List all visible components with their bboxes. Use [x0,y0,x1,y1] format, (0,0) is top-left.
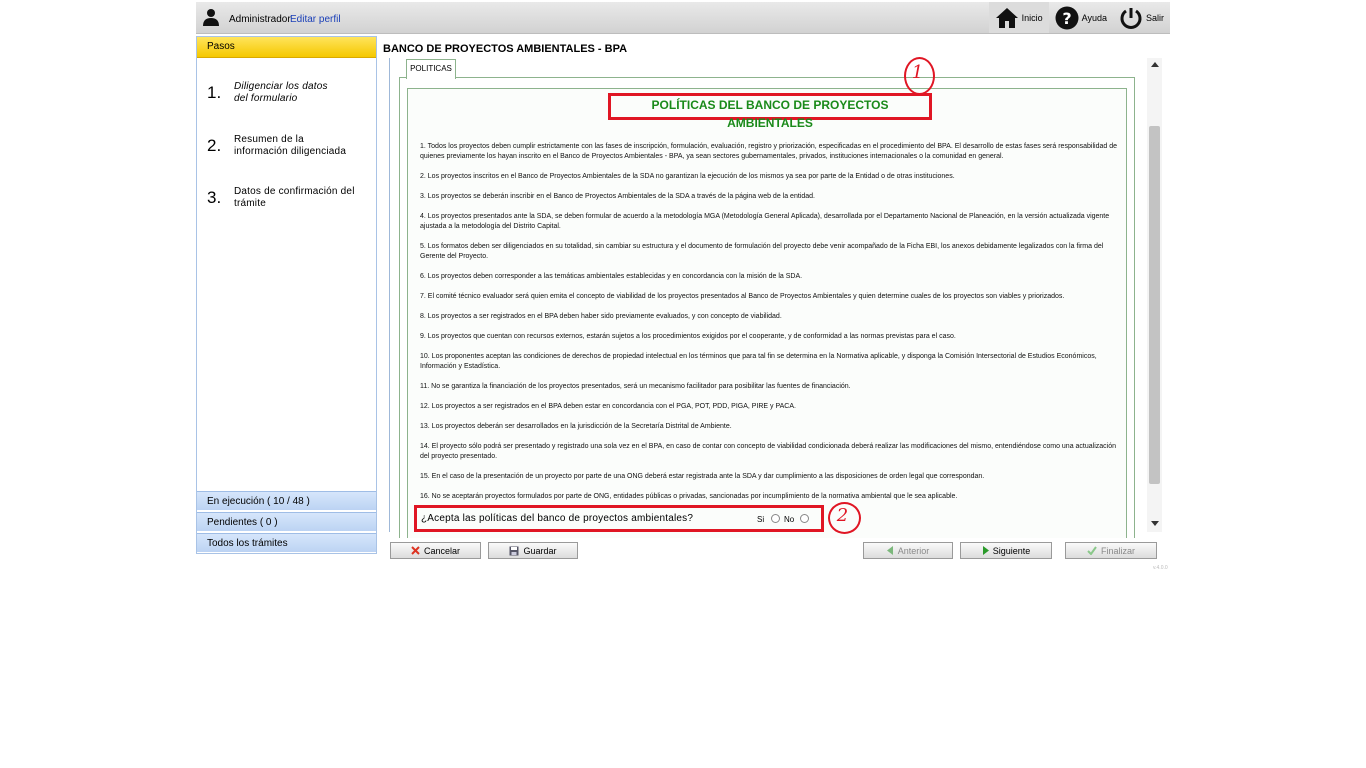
policy-item: 13. Los proyectos deberán ser desarrolla… [420,423,732,430]
next-button[interactable]: Siguiente [960,542,1052,559]
policy-item: 10. Los proponentes aceptan las condicio… [420,353,1097,370]
step-label-line2: del formulario [234,93,298,104]
next-label: Siguiente [992,545,1031,556]
step-label-line1: Datos de confirmación del [234,186,355,197]
logout-button[interactable]: Salir [1113,2,1170,33]
vertical-scrollbar[interactable] [1147,58,1162,532]
annotation-2: 2 [836,505,849,526]
step-label-line2: trámite [234,198,266,209]
no-radio[interactable] [800,514,809,523]
scroll-up-arrow-icon[interactable] [1151,62,1159,67]
question-text: ¿Acepta las políticas del banco de proye… [421,513,694,524]
logout-label: Salir [1145,12,1164,23]
step-label-line2: información diligenciada [234,146,347,157]
steps-header: Pasos [197,37,376,58]
yes-label: Si [757,515,765,524]
user-icon [203,9,219,26]
policy-item: 2. Los proyectos inscritos en el Banco d… [420,173,955,180]
save-button[interactable]: Guardar [488,542,578,559]
top-bar: Administrador Editar perfil Inicio ? Ayu… [196,2,1170,34]
step-number: 2. [207,136,222,155]
all-procedures-filter[interactable]: Todos los trámites [197,533,376,552]
page-title: BANCO DE PROYECTOS AMBIENTALES - BPA [383,43,628,55]
yes-radio[interactable] [771,514,780,523]
version-text: v.4.0.0 [1153,565,1168,571]
policy-item: 6. Los proyectos deben corresponder a la… [420,273,803,280]
policy-item: 7. El comité técnico evaluador será quie… [420,293,1065,300]
policy-item: 15. En el caso de la presentación de un … [420,473,985,480]
policy-item: 8. Los proyectos a ser registrados en el… [420,313,782,320]
step-label-line1: Diligenciar los datos [234,81,328,92]
svg-text:?: ? [1062,9,1071,28]
help-label: Ayuda [1081,12,1107,23]
help-button[interactable]: ? Ayuda [1049,2,1113,33]
cross-icon [411,546,420,555]
pending-filter[interactable]: Pendientes ( 0 ) [197,512,376,531]
user-name: Administrador [229,14,291,25]
scroll-down-arrow-icon[interactable] [1151,521,1159,526]
finish-label: Finalizar [1100,545,1135,556]
step-number: 3. [207,188,222,207]
policy-item: 11. No se garantiza la financiación de l… [420,383,851,390]
power-icon [1120,7,1142,29]
policies-title: POLÍTICAS DEL BANCO DE PROYECTOS AMBIENT… [608,93,932,130]
previous-label: Anterior [897,545,930,556]
home-icon [995,7,1018,28]
policy-item: 9. Los proyectos que cuentan con recurso… [420,333,956,340]
cancel-button[interactable]: Cancelar [390,542,481,559]
help-icon: ? [1055,6,1079,29]
finish-button[interactable]: Finalizar [1065,542,1157,559]
policy-item: 12. Los proyectos a ser registrados en e… [420,403,796,410]
save-label: Guardar [523,545,557,556]
cancel-label: Cancelar [423,545,461,556]
policy-item: 16. No se aceptarán proyectos formulados… [420,493,958,500]
in-progress-filter[interactable]: En ejecución ( 10 / 48 ) [197,491,376,510]
no-label: No [784,515,795,524]
check-icon [1087,546,1097,555]
policy-item: 14. El proyecto sólo podrá ser presentad… [420,443,1117,460]
arrow-left-icon [886,546,893,555]
accept-policies-question: ¿Acepta las políticas del banco de proye… [414,505,824,532]
steps-sidebar: Pasos 1. Diligenciar los datos del formu… [196,36,377,554]
policy-item: 4. Los proyectos presentados ante la SDA… [420,213,1110,230]
step-number: 1. [207,83,222,102]
previous-button[interactable]: Anterior [863,542,953,559]
tab-politicas[interactable]: POLITICAS [406,59,456,79]
policy-item: 1. Todos los proyectos deben cumplir est… [420,143,1117,160]
arrow-right-icon [982,546,989,555]
home-label: Inicio [1021,12,1043,23]
scroll-thumb[interactable] [1149,126,1160,484]
annotation-1: 1 [911,62,924,83]
policy-item: 5. Los formatos deben ser diligenciados … [420,243,1104,260]
home-button[interactable]: Inicio [988,2,1049,33]
floppy-icon [509,546,519,555]
step-label-line1: Resumen de la [234,134,304,145]
edit-profile-link[interactable]: Editar perfil [290,14,341,25]
policy-item: 3. Los proyectos se deberán inscribir en… [420,193,815,200]
